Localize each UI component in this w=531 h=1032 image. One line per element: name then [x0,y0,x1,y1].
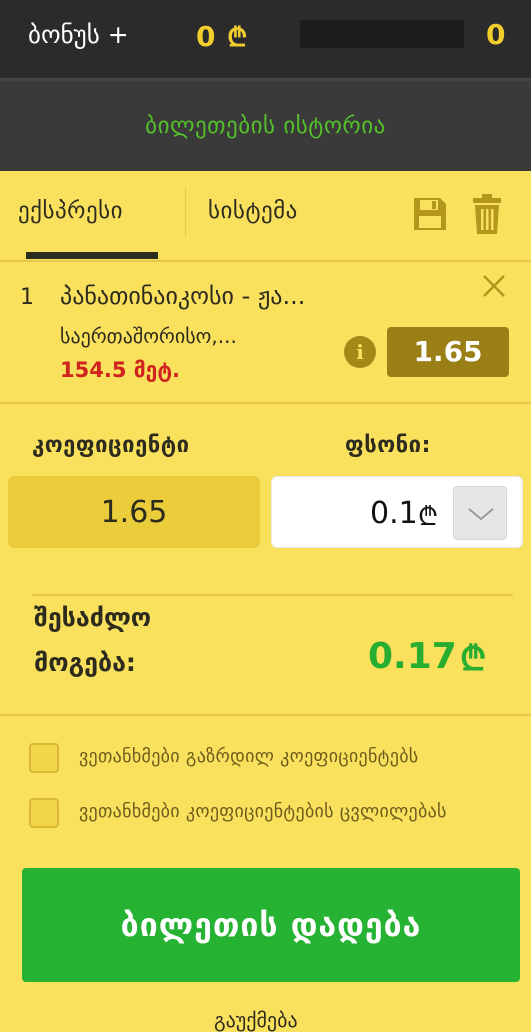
accept-odds-change-label[interactable]: ვეთანხმები კოეფიციენტების ცვლილებას [79,801,447,822]
bet-market: საერთაშორისო,... [60,324,237,348]
save-icon[interactable] [412,196,448,232]
divider [0,714,531,716]
tab-system[interactable]: სისტემა [208,198,298,224]
lari-icon: ₾ [460,639,487,679]
ticket-history-link[interactable]: ბილეთების ისტორია [0,78,531,171]
divider [0,402,531,404]
trash-icon[interactable] [472,194,502,234]
stake-label: ფსონი: [345,433,431,458]
bonus-amount: 0 [196,20,216,53]
lari-icon: ₾ [227,23,248,53]
bet-type-tabs: ექსპრესი სისტემა [0,168,531,260]
stake-value[interactable]: 0.1 [370,496,418,531]
top-bar: ბონუს + 0 ₾ 0 [0,0,531,78]
stake-input[interactable]: 0.1 ₾ [271,476,523,548]
possible-win-label: შესაძლო [34,603,152,632]
possible-win-value: 0.17 [368,636,457,677]
possible-win-label-2: მოგება: [34,648,136,677]
stake-dropdown-button[interactable] [453,486,507,540]
divider [32,594,513,596]
ticket-count[interactable]: 0 [486,18,505,51]
close-icon[interactable] [480,272,508,300]
bet-index: 1 [20,285,34,310]
place-bet-button[interactable]: ბილეთის დადება [22,868,520,982]
place-bet-label: ბილეთის დადება [120,906,422,944]
bonus-label[interactable]: ბონუს + [28,20,129,49]
tab-active-indicator [26,252,158,259]
ticket-history-label: ბილეთების ისტორია [145,113,386,139]
accept-increased-odds-label[interactable]: ვეთანხმები გაზრდილ კოეფიციენტებს [79,746,419,767]
bottom-link[interactable]: გაუქმება [214,1008,298,1032]
accept-increased-odds-checkbox[interactable] [29,743,59,773]
coefficient-label: კოეფიციენტი [32,433,190,458]
masked-balance [300,20,464,48]
accept-odds-change-checkbox[interactable] [29,798,59,828]
coefficient-value: 1.65 [8,476,260,548]
tab-express[interactable]: ექსპრესი [18,198,123,224]
lari-icon: ₾ [418,502,439,532]
tab-divider [185,186,186,238]
bet-outcome: 154.5 მეტ. [60,358,181,382]
chevron-down-icon [468,508,494,521]
bet-event-title: პანათინაიკოსი - ჟა... [60,282,306,310]
divider [0,260,531,262]
bet-odd-badge: 1.65 [387,327,509,377]
info-icon[interactable]: i [344,336,376,368]
bonus-balance: 0 ₾ [196,18,247,54]
